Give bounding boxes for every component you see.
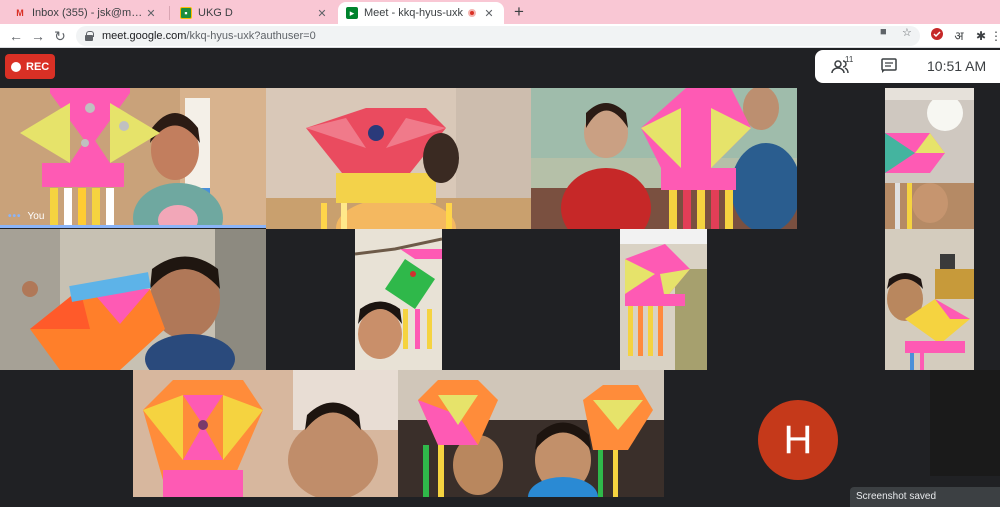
- meet-info-panel: 11 10:51 AM: [815, 50, 1000, 83]
- participant-tile-7[interactable]: [620, 229, 707, 370]
- tab-title: Meet - kkq-hyus-uxk: [364, 7, 464, 19]
- participant-name: You: [27, 211, 45, 222]
- video-feed-child: [885, 88, 974, 229]
- meeting-clock: 10:51 AM: [927, 58, 987, 74]
- tab-title: Inbox (355) - jsk@mayoor.org - Mayoo: [32, 7, 144, 19]
- gmail-icon: M: [16, 8, 24, 18]
- browser-toolbar: ← → ↻ meet.google.com /kkq-hyus-uxk?auth…: [0, 24, 1000, 48]
- camera-icon[interactable]: ■: [880, 26, 887, 38]
- video-feed-child: [0, 229, 266, 370]
- participant-avatar[interactable]: H: [758, 400, 838, 480]
- snapshot-toast: Screenshot saved: [850, 487, 1000, 507]
- video-feed-teacher: [0, 88, 266, 228]
- you-label: ••• You: [8, 211, 44, 222]
- close-icon[interactable]: ✕: [144, 7, 158, 20]
- participant-tile-8[interactable]: [885, 229, 974, 370]
- forward-icon[interactable]: →: [28, 26, 48, 46]
- video-feed-child: [133, 370, 398, 497]
- address-bar[interactable]: meet.google.com /kkq-hyus-uxk?authuser=0…: [76, 26, 920, 46]
- recording-badge: REC: [5, 54, 55, 79]
- new-tab-button[interactable]: +: [508, 2, 530, 24]
- record-dot-icon: [11, 61, 21, 72]
- close-icon[interactable]: ✕: [482, 7, 496, 20]
- rec-label: REC: [26, 60, 50, 73]
- video-feed-child: [398, 370, 664, 497]
- participant-tile-5[interactable]: [0, 229, 266, 370]
- bookmark-star-icon[interactable]: ☆: [902, 26, 912, 39]
- classroom-icon: ▪: [180, 7, 192, 19]
- video-feed-child: [885, 229, 974, 370]
- close-icon[interactable]: ✕: [315, 7, 329, 20]
- tab-separator: [169, 6, 170, 20]
- extension-shield-icon[interactable]: [928, 27, 946, 45]
- participant-tile-9[interactable]: [133, 370, 398, 497]
- active-tile-border: [0, 225, 266, 228]
- video-feed-child: [355, 229, 442, 370]
- tab-meet[interactable]: ▸ Meet - kkq-hyus-uxk ✕: [338, 2, 504, 24]
- participant-tile-6[interactable]: [355, 229, 442, 370]
- participant-tile-you[interactable]: ••• You: [0, 88, 266, 228]
- extension-puzzle-icon[interactable]: ✱: [972, 27, 990, 45]
- recording-indicator-icon: [468, 9, 476, 17]
- participant-tile-2[interactable]: [266, 88, 531, 229]
- lock-icon: [84, 31, 94, 41]
- participant-tile-4[interactable]: [885, 88, 974, 229]
- audio-level-icon: •••: [8, 211, 22, 222]
- hindi-input-icon[interactable]: अ: [950, 27, 968, 45]
- video-feed-child: [266, 88, 531, 229]
- more-menu-icon[interactable]: ⋮: [990, 27, 1000, 45]
- url-host: meet.google.com: [102, 30, 187, 42]
- participant-count: 11: [845, 55, 854, 64]
- tab-title: UKG D: [198, 7, 233, 19]
- side-panel-strip: [930, 370, 1000, 476]
- tab-strip: M Inbox (355) - jsk@mayoor.org - Mayoo ✕…: [0, 0, 1000, 24]
- url-path: /kkq-hyus-uxk?authuser=0: [186, 30, 316, 42]
- tab-ukg-d[interactable]: ▪ UKG D ✕: [172, 2, 337, 24]
- reload-icon[interactable]: ↻: [50, 26, 70, 46]
- chat-icon[interactable]: [880, 58, 898, 76]
- participant-tile-3[interactable]: [531, 88, 797, 229]
- tab-inbox[interactable]: M Inbox (355) - jsk@mayoor.org - Mayoo ✕: [6, 2, 166, 24]
- video-feed-child: [531, 88, 797, 229]
- video-feed-child: [620, 229, 707, 370]
- back-icon[interactable]: ←: [6, 26, 26, 46]
- participant-tile-10[interactable]: [398, 370, 664, 497]
- meet-icon: ▸: [346, 7, 358, 19]
